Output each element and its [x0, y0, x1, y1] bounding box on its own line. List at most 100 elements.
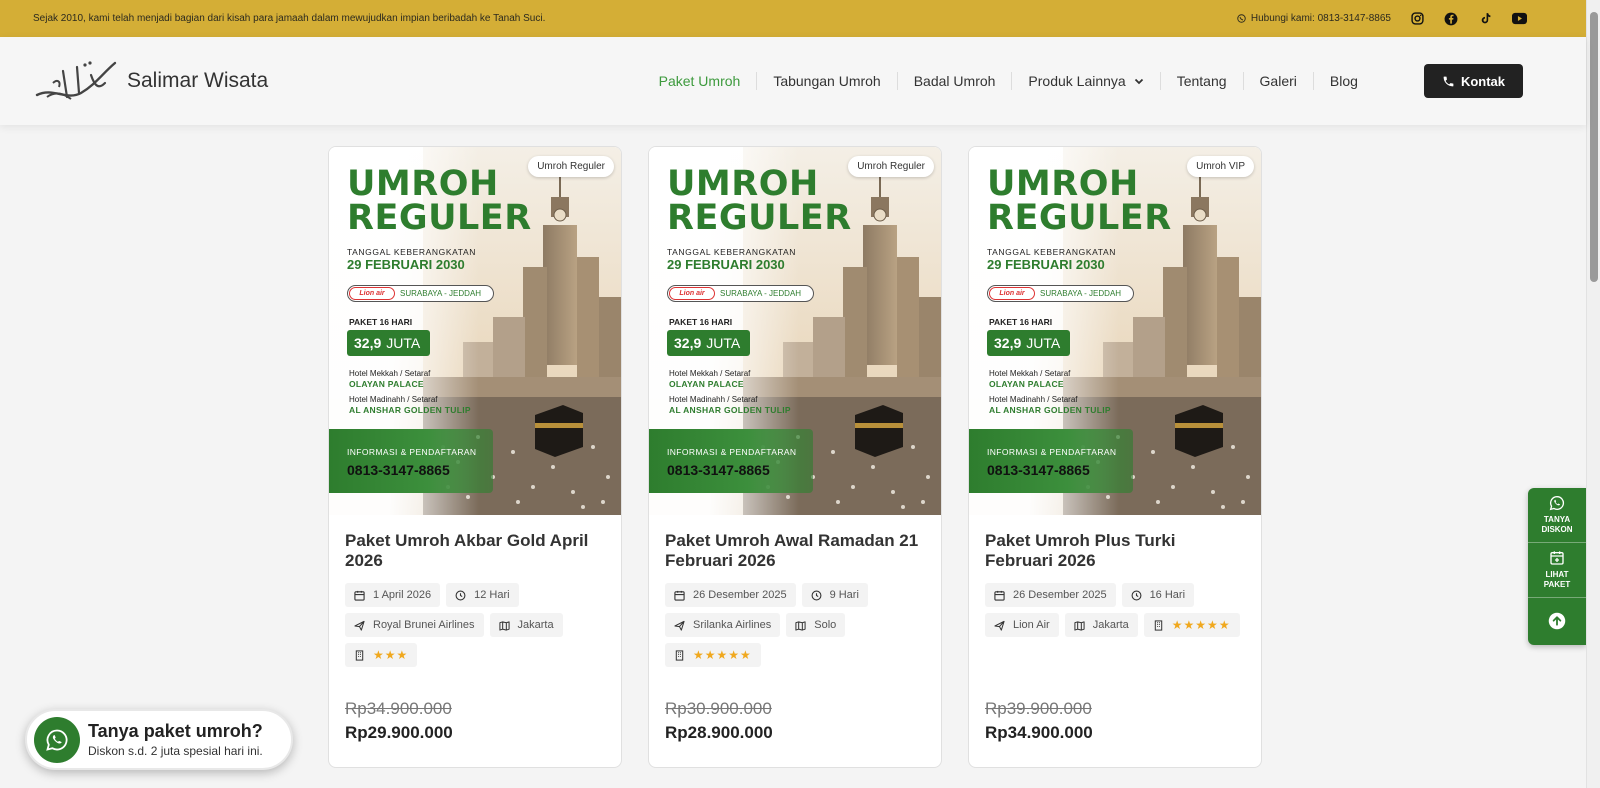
site-logo[interactable]: Salimar Wisata — [33, 57, 268, 105]
whatsapp-chat-widget[interactable]: Tanya paket umroh? Diskon s.d. 2 juta sp… — [25, 709, 293, 770]
card-body: Paket Umroh Plus Turki Februari 2026 26 … — [969, 515, 1261, 637]
poster-title-line2: REGULER — [987, 198, 1172, 238]
hotel-rating-chip: ★★★★★ — [1143, 613, 1240, 637]
poster-title: UMROH REGULER — [987, 167, 1172, 238]
hotel-rating-chip: ★★★ — [345, 643, 418, 667]
duration: 16 Hari — [1149, 589, 1186, 601]
nav-blog[interactable]: Blog — [1312, 72, 1374, 90]
poster-hotel2: AL ANSHAR GOLDEN TULIP — [669, 405, 791, 415]
poster-price-num: 32,9 — [674, 335, 702, 351]
nav-tabungan-umroh[interactable]: Tabungan Umroh — [756, 72, 896, 90]
poster-info-box: INFORMASI & PENDAFTARAN 0813-3147-8865 — [329, 429, 493, 493]
package-poster: UMROH REGULER TANGGAL KEBERANGKATAN 29 F… — [649, 147, 941, 515]
poster-date-label: TANGGAL KEBERANGKATAN — [347, 247, 476, 257]
package-card[interactable]: UMROH REGULER TANGGAL KEBERANGKATAN 29 F… — [648, 146, 942, 768]
poster-route: SURABAYA - JEDDAH — [400, 289, 482, 298]
card-title[interactable]: Paket Umroh Awal Ramadan 21 Februari 202… — [665, 531, 925, 573]
plane-icon — [674, 620, 685, 631]
nav-produk-lainnya-label: Produk Lainnya — [1028, 73, 1126, 89]
poster-info-box: INFORMASI & PENDAFTARAN 0813-3147-8865 — [969, 429, 1133, 493]
page-scrollbar[interactable] — [1586, 0, 1600, 788]
whatsapp-widget-subtitle: Diskon s.d. 2 juta spesial hari ini. — [88, 744, 263, 758]
poster-title: UMROH REGULER — [667, 167, 852, 236]
poster-info-label: INFORMASI & PENDAFTARAN — [347, 447, 477, 457]
poster-airline: Lion air SURABAYA - JEDDAH — [347, 285, 494, 302]
poster-hotel2-label: Hotel Madinahh / Setaraf — [669, 395, 758, 404]
departure-city: Solo — [814, 619, 837, 631]
departure-date: 26 Desember 2025 — [1013, 589, 1107, 601]
side-action-panel: TANYA DISKON LIHAT PAKET — [1528, 488, 1586, 645]
scroll-top-button[interactable] — [1528, 598, 1586, 643]
poster-date-label: TANGGAL KEBERANGKATAN — [667, 247, 796, 257]
city-chip: Jakarta — [489, 613, 563, 637]
card-title[interactable]: Paket Umroh Akbar Gold April 2026 — [345, 531, 605, 573]
nav-produk-lainnya[interactable]: Produk Lainnya — [1011, 72, 1159, 90]
card-title[interactable]: Paket Umroh Plus Turki Februari 2026 — [985, 531, 1245, 573]
main-header: Salimar Wisata Paket Umroh Tabungan Umro… — [0, 37, 1586, 125]
whatsapp-widget-title: Tanya paket umroh? — [88, 721, 263, 741]
kontak-button[interactable]: Kontak — [1423, 64, 1523, 98]
whatsapp-icon — [1237, 14, 1246, 23]
map-icon — [498, 620, 510, 631]
poster-airline: Lion air SURABAYA - JEDDAH — [987, 285, 1134, 302]
duration-chip: 12 Hari — [446, 583, 519, 607]
card-meta: 26 Desember 2025 9 Hari Srilanka Airline… — [665, 583, 935, 667]
lion-air-logo: Lion air — [669, 287, 715, 300]
building-icon — [355, 649, 364, 661]
tanya-diskon-line2: DISKON — [1541, 525, 1573, 534]
departure-date: 1 April 2026 — [373, 589, 432, 601]
star-rating: ★★★ — [373, 648, 409, 662]
facebook-icon[interactable] — [1443, 11, 1459, 27]
airline: Lion Air — [1013, 619, 1050, 631]
star-rating: ★★★★★ — [1171, 618, 1231, 632]
poster-route: SURABAYA - JEDDAH — [1040, 289, 1122, 298]
discount-price: Rp34.900.000 — [985, 723, 1093, 742]
poster-hotel2: AL ANSHAR GOLDEN TULIP — [989, 405, 1111, 415]
departure-date: 26 Desember 2025 — [693, 589, 787, 601]
card-meta: 26 Desember 2025 16 Hari Lion Air Jakart… — [985, 583, 1255, 637]
poster-price: 32,9 JUTA — [347, 330, 431, 356]
arrow-up-circle-icon — [1548, 612, 1566, 629]
nav-badal-umroh[interactable]: Badal Umroh — [896, 72, 1012, 90]
lihat-paket-line2: PAKET — [1543, 580, 1571, 589]
poster-package: PAKET 16 HARI — [349, 317, 413, 327]
poster-info-label: INFORMASI & PENDAFTARAN — [987, 447, 1117, 457]
nav-galeri[interactable]: Galeri — [1242, 72, 1313, 90]
discount-price: Rp28.900.000 — [665, 723, 773, 742]
airline-chip: Lion Air — [985, 613, 1059, 637]
nav-tentang[interactable]: Tentang — [1159, 72, 1243, 90]
departure-date-chip: 26 Desember 2025 — [985, 583, 1116, 607]
tiktok-icon[interactable] — [1477, 11, 1493, 27]
contact-link[interactable]: Hubungi kami: 0813-3147-8865 — [1237, 13, 1391, 24]
duration: 9 Hari — [829, 589, 859, 601]
plane-icon — [994, 620, 1005, 631]
poster-price-num: 32,9 — [354, 335, 382, 351]
departure-city: Jakarta — [1092, 619, 1129, 631]
original-price: Rp34.900.000 — [345, 699, 452, 718]
youtube-icon[interactable] — [1511, 11, 1527, 27]
lihat-paket-button[interactable]: LIHAT PAKET — [1528, 543, 1586, 598]
package-poster: UMROH REGULER TANGGAL KEBERANGKATAN 29 F… — [969, 147, 1261, 515]
duration: 12 Hari — [474, 589, 510, 601]
map-icon — [795, 620, 806, 631]
instagram-icon[interactable] — [1409, 11, 1425, 27]
duration-chip: 9 Hari — [801, 583, 868, 607]
package-card[interactable]: UMROH REGULER TANGGAL KEBERANGKATAN 29 F… — [968, 146, 1262, 768]
tanya-diskon-button[interactable]: TANYA DISKON — [1528, 488, 1586, 543]
scrollbar-thumb[interactable] — [1590, 12, 1598, 282]
package-card[interactable]: UMROH REGULER TANGGAL KEBERANGKATAN 29 F… — [328, 146, 622, 768]
building-icon — [1154, 619, 1162, 631]
clock-icon — [455, 590, 466, 600]
category-badge: Umroh Reguler — [528, 156, 614, 177]
poster-date: 29 FEBRUARI 2030 — [667, 257, 785, 272]
poster-hotel1-label: Hotel Mekkah / Setaraf — [349, 369, 431, 378]
calendar-plus-icon — [1550, 551, 1564, 565]
poster-hotel2-label: Hotel Madinahh / Setaraf — [989, 395, 1078, 404]
airline-chip: Royal Brunei Airlines — [345, 613, 484, 637]
nav-paket-umroh[interactable]: Paket Umroh — [643, 72, 757, 90]
whatsapp-icon — [1549, 495, 1565, 511]
plane-icon — [354, 620, 365, 631]
discount-price: Rp29.900.000 — [345, 723, 453, 742]
airline: Srilanka Airlines — [693, 619, 772, 631]
departure-date-chip: 1 April 2026 — [345, 583, 441, 607]
